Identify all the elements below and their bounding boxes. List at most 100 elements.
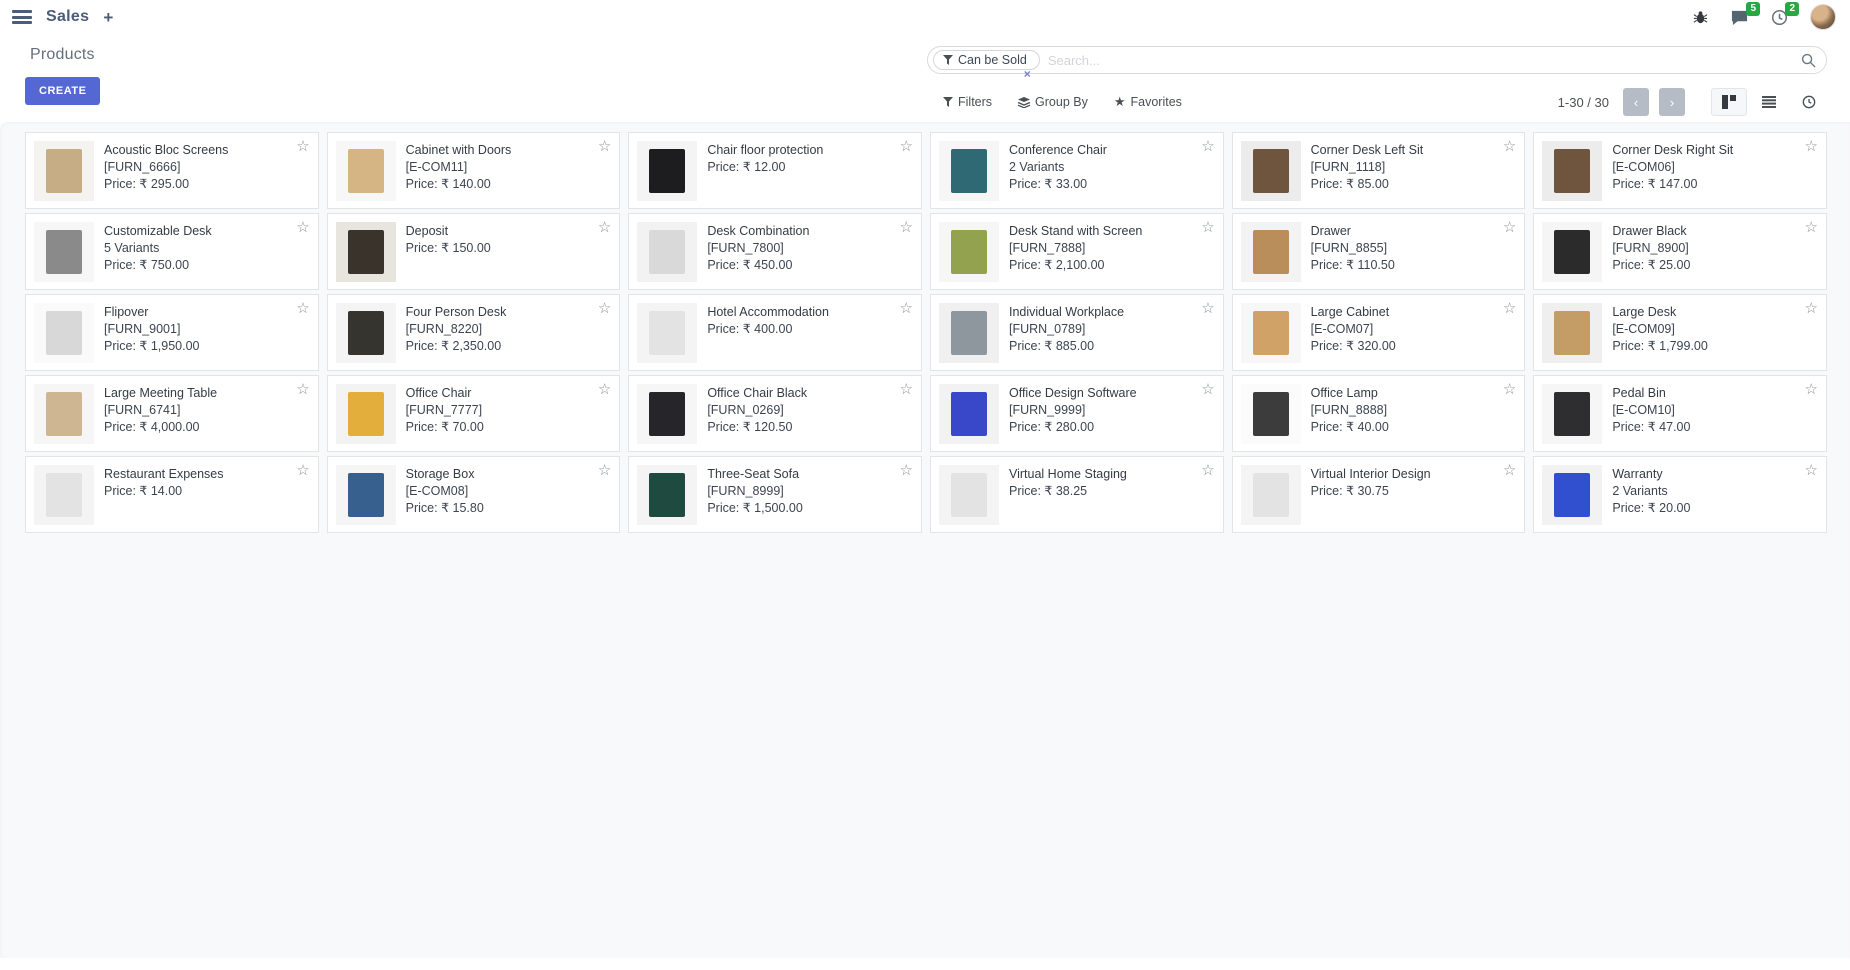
favorite-star-icon[interactable]: ☆ bbox=[1503, 382, 1516, 397]
facet-close-icon[interactable]: × bbox=[1024, 67, 1031, 81]
view-switcher-kanban[interactable] bbox=[1711, 88, 1747, 116]
product-name: Four Person Desk bbox=[406, 304, 507, 321]
pager-next-button[interactable]: › bbox=[1659, 88, 1685, 116]
product-card[interactable]: Warranty 2 Variants Price: ₹ 20.00 ☆ bbox=[1533, 456, 1827, 533]
product-name: Office Chair bbox=[406, 385, 484, 402]
favorite-star-icon[interactable]: ☆ bbox=[900, 301, 913, 316]
product-name: Warranty bbox=[1612, 466, 1690, 483]
product-card[interactable]: Individual Workplace [FURN_0789] Price: … bbox=[930, 294, 1224, 371]
product-image bbox=[939, 222, 999, 282]
product-image bbox=[336, 465, 396, 525]
product-name: Large Desk bbox=[1612, 304, 1708, 321]
filters-label: Filters bbox=[958, 95, 992, 109]
search-bar[interactable]: Can be Sold × bbox=[927, 46, 1827, 74]
favorite-star-icon[interactable]: ☆ bbox=[296, 139, 309, 154]
product-card[interactable]: Deposit Price: ₹ 150.00 ☆ bbox=[327, 213, 621, 290]
favorite-star-icon[interactable]: ☆ bbox=[598, 139, 611, 154]
search-input[interactable] bbox=[1048, 53, 1795, 68]
product-card[interactable]: Restaurant Expenses Price: ₹ 14.00 ☆ bbox=[25, 456, 319, 533]
product-card[interactable]: Virtual Home Staging Price: ₹ 38.25 ☆ bbox=[930, 456, 1224, 533]
favorite-star-icon[interactable]: ☆ bbox=[900, 382, 913, 397]
favorite-star-icon[interactable]: ☆ bbox=[900, 220, 913, 235]
favorite-star-icon[interactable]: ☆ bbox=[1805, 139, 1818, 154]
product-card[interactable]: Desk Stand with Screen [FURN_7888] Price… bbox=[930, 213, 1224, 290]
favorite-star-icon[interactable]: ☆ bbox=[296, 301, 309, 316]
product-name: Virtual Interior Design bbox=[1311, 466, 1431, 483]
favorite-star-icon[interactable]: ☆ bbox=[598, 463, 611, 478]
product-card[interactable]: Cabinet with Doors [E-COM11] Price: ₹ 14… bbox=[327, 132, 621, 209]
product-card[interactable]: Virtual Interior Design Price: ₹ 30.75 ☆ bbox=[1232, 456, 1526, 533]
favorite-star-icon[interactable]: ☆ bbox=[1503, 139, 1516, 154]
product-name: Large Cabinet bbox=[1311, 304, 1396, 321]
favorite-star-icon[interactable]: ☆ bbox=[598, 301, 611, 316]
product-card[interactable]: Chair floor protection Price: ₹ 12.00 ☆ bbox=[628, 132, 922, 209]
product-card[interactable]: Storage Box [E-COM08] Price: ₹ 15.80 ☆ bbox=[327, 456, 621, 533]
product-image bbox=[336, 384, 396, 444]
pager-previous-button[interactable]: ‹ bbox=[1623, 88, 1649, 116]
new-tab-button[interactable]: + bbox=[103, 9, 113, 26]
product-card[interactable]: Flipover [FURN_9001] Price: ₹ 1,950.00 ☆ bbox=[25, 294, 319, 371]
favorite-star-icon[interactable]: ☆ bbox=[1201, 220, 1214, 235]
product-image bbox=[1241, 222, 1301, 282]
messages-icon[interactable]: 5 bbox=[1730, 9, 1749, 26]
favorite-star-icon[interactable]: ☆ bbox=[296, 463, 309, 478]
product-card[interactable]: Hotel Accommodation Price: ₹ 400.00 ☆ bbox=[628, 294, 922, 371]
search-icon[interactable] bbox=[1801, 53, 1816, 68]
view-switcher-list[interactable] bbox=[1751, 89, 1787, 115]
product-card[interactable]: Office Chair Black [FURN_0269] Price: ₹ … bbox=[628, 375, 922, 452]
favorite-star-icon[interactable]: ☆ bbox=[1503, 220, 1516, 235]
favorite-star-icon[interactable]: ☆ bbox=[1503, 301, 1516, 316]
product-card[interactable]: Customizable Desk 5 Variants Price: ₹ 75… bbox=[25, 213, 319, 290]
search-facet-can-be-sold[interactable]: Can be Sold × bbox=[933, 50, 1040, 70]
product-card[interactable]: Conference Chair 2 Variants Price: ₹ 33.… bbox=[930, 132, 1224, 209]
product-card[interactable]: Four Person Desk [FURN_8220] Price: ₹ 2,… bbox=[327, 294, 621, 371]
app-name[interactable]: Sales bbox=[46, 8, 89, 26]
product-card[interactable]: Desk Combination [FURN_7800] Price: ₹ 45… bbox=[628, 213, 922, 290]
favorite-star-icon[interactable]: ☆ bbox=[1201, 301, 1214, 316]
favorite-star-icon[interactable]: ☆ bbox=[296, 382, 309, 397]
favorite-star-icon[interactable]: ☆ bbox=[598, 220, 611, 235]
favorite-star-icon[interactable]: ☆ bbox=[1201, 382, 1214, 397]
product-code: [FURN_9001] bbox=[104, 321, 200, 338]
group-by-button[interactable]: Group By bbox=[1018, 95, 1088, 109]
product-card[interactable]: Corner Desk Right Sit [E-COM06] Price: ₹… bbox=[1533, 132, 1827, 209]
favorite-star-icon[interactable]: ☆ bbox=[900, 139, 913, 154]
product-card[interactable]: Acoustic Bloc Screens [FURN_6666] Price:… bbox=[25, 132, 319, 209]
view-switcher-activity[interactable] bbox=[1791, 88, 1827, 116]
product-image bbox=[939, 141, 999, 201]
product-card[interactable]: Large Cabinet [E-COM07] Price: ₹ 320.00 … bbox=[1232, 294, 1526, 371]
product-card[interactable]: Office Lamp [FURN_8888] Price: ₹ 40.00 ☆ bbox=[1232, 375, 1526, 452]
favorite-star-icon[interactable]: ☆ bbox=[1201, 139, 1214, 154]
product-card[interactable]: Drawer Black [FURN_8900] Price: ₹ 25.00 … bbox=[1533, 213, 1827, 290]
product-name: Conference Chair bbox=[1009, 142, 1107, 159]
product-card[interactable]: Office Chair [FURN_7777] Price: ₹ 70.00 … bbox=[327, 375, 621, 452]
favorite-star-icon[interactable]: ☆ bbox=[1201, 463, 1214, 478]
favorite-star-icon[interactable]: ☆ bbox=[598, 382, 611, 397]
product-card[interactable]: Corner Desk Left Sit [FURN_1118] Price: … bbox=[1232, 132, 1526, 209]
product-card[interactable]: Large Desk [E-COM09] Price: ₹ 1,799.00 ☆ bbox=[1533, 294, 1827, 371]
favorite-star-icon[interactable]: ☆ bbox=[1805, 301, 1818, 316]
activities-clock-icon[interactable]: 2 bbox=[1771, 9, 1788, 26]
product-card[interactable]: Drawer [FURN_8855] Price: ₹ 110.50 ☆ bbox=[1232, 213, 1526, 290]
product-name: Office Design Software bbox=[1009, 385, 1137, 402]
product-name: Storage Box bbox=[406, 466, 484, 483]
favorite-star-icon[interactable]: ☆ bbox=[900, 463, 913, 478]
favorites-button[interactable]: ★ Favorites bbox=[1114, 94, 1182, 110]
debug-bug-icon[interactable] bbox=[1693, 10, 1708, 25]
favorite-star-icon[interactable]: ☆ bbox=[1805, 382, 1818, 397]
product-card[interactable]: Three-Seat Sofa [FURN_8999] Price: ₹ 1,5… bbox=[628, 456, 922, 533]
favorite-star-icon[interactable]: ☆ bbox=[296, 220, 309, 235]
product-card[interactable]: Large Meeting Table [FURN_6741] Price: ₹… bbox=[25, 375, 319, 452]
product-price: Price: ₹ 33.00 bbox=[1009, 176, 1107, 193]
apps-menu-icon[interactable] bbox=[12, 10, 32, 24]
product-card[interactable]: Pedal Bin [E-COM10] Price: ₹ 47.00 ☆ bbox=[1533, 375, 1827, 452]
favorite-star-icon[interactable]: ☆ bbox=[1805, 220, 1818, 235]
favorite-star-icon[interactable]: ☆ bbox=[1503, 463, 1516, 478]
messages-count-badge: 5 bbox=[1746, 2, 1760, 16]
user-avatar[interactable] bbox=[1810, 4, 1836, 30]
product-image bbox=[939, 303, 999, 363]
favorite-star-icon[interactable]: ☆ bbox=[1805, 463, 1818, 478]
filters-button[interactable]: Filters bbox=[943, 95, 992, 109]
product-card[interactable]: Office Design Software [FURN_9999] Price… bbox=[930, 375, 1224, 452]
create-button[interactable]: CREATE bbox=[25, 77, 100, 105]
